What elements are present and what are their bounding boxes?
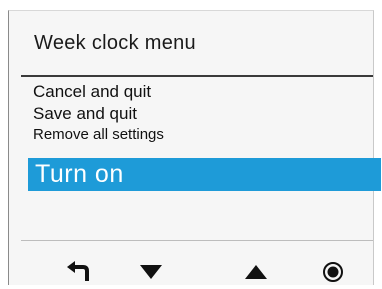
button-bar-divider [21,240,373,241]
selected-item-label: Turn on [35,160,124,188]
down-button[interactable] [129,255,173,289]
menu-item-save-and-quit[interactable]: Save and quit [33,105,137,122]
menu-title: Week clock menu [34,32,196,54]
menu-item-remove-all-settings[interactable]: Remove all settings [33,127,164,142]
back-arrow-icon [67,261,89,281]
device-screen: Week clock menu Cancel and quit Save and… [8,10,381,285]
up-button[interactable] [234,255,278,289]
back-button[interactable] [56,255,100,289]
menu-item-turn-on-selected[interactable]: Turn on [28,158,381,191]
arrow-down-icon [140,265,162,279]
title-divider [21,75,373,77]
menu-item-cancel-and-quit[interactable]: Cancel and quit [33,83,151,100]
select-button[interactable] [311,255,355,289]
arrow-up-icon [245,265,267,279]
select-circle-icon [323,262,343,282]
